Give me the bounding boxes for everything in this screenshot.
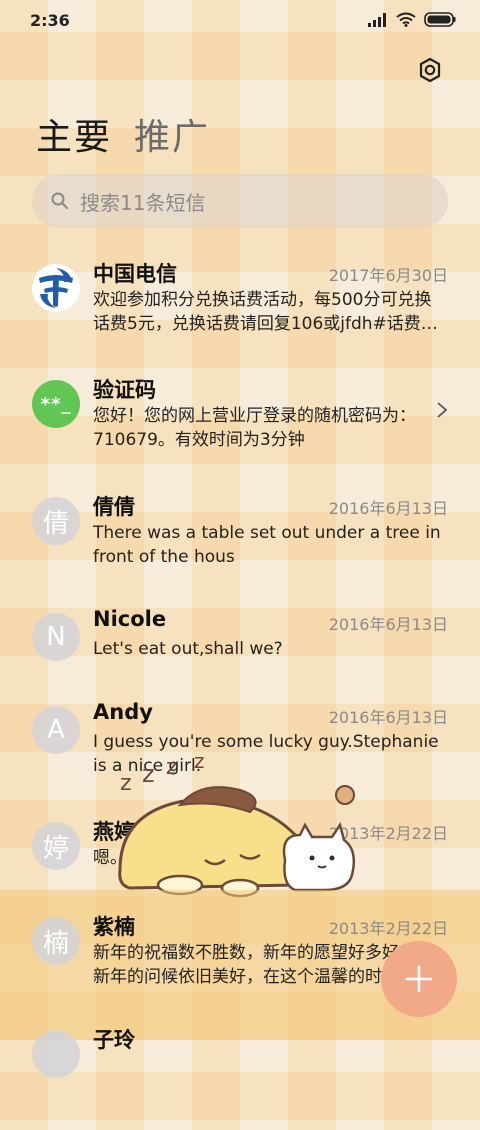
tab-promotions[interactable]: 推广 bbox=[134, 108, 210, 160]
message-item-qianqian[interactable]: 倩 倩倩 2016年6月13日 There was a table set ou… bbox=[0, 495, 480, 597]
sender-name: 子玲 bbox=[93, 1028, 135, 1052]
message-date: 2016年6月13日 bbox=[328, 499, 448, 518]
svg-text:z: z bbox=[142, 760, 155, 788]
svg-text:z: z bbox=[120, 771, 132, 796]
sender-name: 倩倩 bbox=[93, 495, 135, 519]
sender-name: Andy bbox=[93, 700, 153, 724]
avatar: N bbox=[32, 613, 80, 661]
pompompurin-sticker-illustration: z z z z bbox=[118, 749, 355, 898]
message-item-nicole[interactable]: N Nicole 2016年6月13日 Let's eat out,shall … bbox=[0, 607, 480, 713]
search-bar[interactable]: 搜索11条短信 bbox=[32, 174, 448, 228]
status-bar: 2:36 bbox=[0, 0, 480, 42]
svg-text:z: z bbox=[166, 755, 178, 780]
avatar: A bbox=[32, 706, 80, 754]
sender-name: 验证码 bbox=[93, 378, 156, 402]
settings-icon bbox=[419, 57, 441, 83]
search-icon bbox=[51, 192, 68, 209]
avatar-china-telecom bbox=[32, 264, 80, 312]
search-placeholder: 搜索11条短信 bbox=[80, 190, 206, 215]
message-date: 2013年2月22日 bbox=[328, 919, 448, 938]
message-date: 2016年6月13日 bbox=[328, 615, 448, 634]
signal-icon bbox=[368, 12, 386, 27]
message-item-verification[interactable]: **_ 验证码 您好！您的网上营业厅登录的随机密码为：710679。有效时间为3… bbox=[0, 378, 480, 480]
sender-name: 紫楠 bbox=[93, 915, 135, 939]
svg-text:z: z bbox=[194, 749, 205, 773]
sender-name: 中国电信 bbox=[93, 262, 177, 286]
message-date: 2016年6月13日 bbox=[328, 708, 448, 727]
message-preview: Let's eat out,shall we? bbox=[93, 639, 283, 659]
message-item-ziling[interactable]: 子玲 bbox=[0, 1028, 480, 1130]
china-telecom-logo-icon bbox=[33, 265, 79, 311]
wifi-icon bbox=[396, 12, 416, 27]
battery-icon bbox=[424, 12, 456, 27]
avatar: 婷 bbox=[32, 822, 80, 870]
avatar: 楠 bbox=[32, 917, 80, 965]
status-icons bbox=[368, 12, 456, 27]
settings-button[interactable] bbox=[416, 56, 444, 84]
new-message-button[interactable] bbox=[381, 941, 457, 1017]
chevron-right-icon[interactable] bbox=[436, 400, 448, 420]
message-item-china-telecom[interactable]: 中国电信 2017年6月30日 欢迎参加积分兑换话费活动，每500分可兑换话费5… bbox=[0, 262, 480, 364]
message-preview: 欢迎参加积分兑换话费活动，每500分可兑换话费5元，兑换话费请回复106或jfd… bbox=[93, 290, 438, 334]
tab-primary[interactable]: 主要 bbox=[36, 108, 112, 160]
avatar: 倩 bbox=[32, 497, 80, 545]
tab-bar: 主要 推广 bbox=[36, 108, 210, 160]
message-date: 2017年6月30日 bbox=[328, 266, 448, 285]
message-preview: 您好！您的网上营业厅登录的随机密码为：710679。有效时间为3分钟 bbox=[93, 406, 416, 450]
message-preview: There was a table set out under a tree i… bbox=[93, 523, 441, 567]
plus-icon bbox=[405, 965, 433, 993]
status-time: 2:36 bbox=[30, 11, 70, 30]
avatar-verification: **_ bbox=[32, 380, 80, 428]
avatar bbox=[32, 1030, 80, 1078]
sender-name: Nicole bbox=[93, 607, 167, 631]
